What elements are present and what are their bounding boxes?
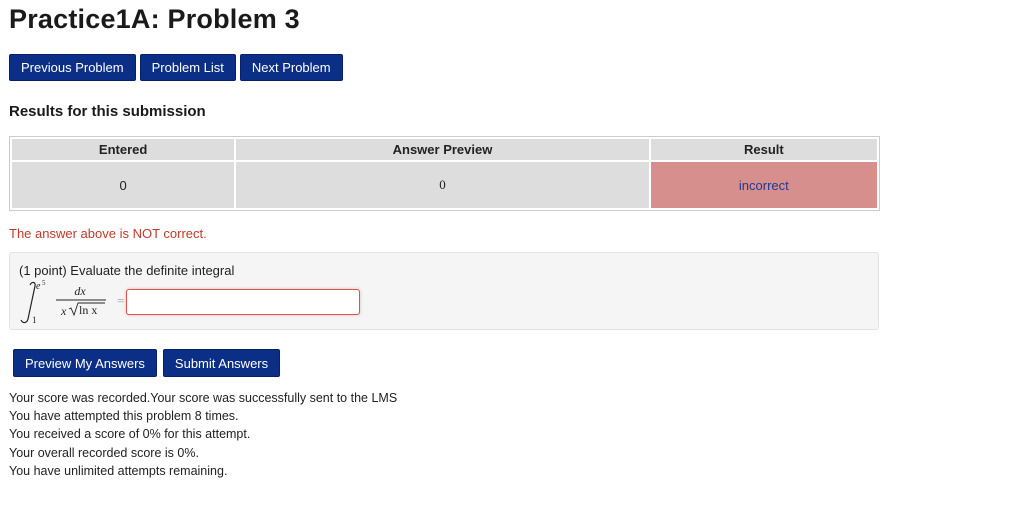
overall-score-message: Your overall recorded score is 0%. <box>9 445 199 460</box>
column-header-result: Result <box>650 139 877 160</box>
submission-actions: Preview My Answers Submit Answers <box>13 349 281 377</box>
table-row: 0 0 incorrect <box>12 162 877 208</box>
submit-answers-button[interactable]: Submit Answers <box>162 349 281 377</box>
remaining-attempts-message: You have unlimited attempts remaining. <box>9 463 228 478</box>
score-recorded-message: Your score was recorded.Your score was s… <box>9 391 398 405</box>
upper-limit: e <box>36 281 41 292</box>
lower-limit: 1 <box>32 315 37 325</box>
attempt-score-message: You received a score of 0% for this atte… <box>9 427 251 442</box>
integral-expression: e 5 1 dx x ln x = <box>20 279 124 325</box>
score-messages: Your score was recorded.Your score was s… <box>9 389 397 480</box>
not-correct-message: The answer above is NOT correct. <box>9 226 207 241</box>
problem-list-button[interactable]: Problem List <box>139 54 236 81</box>
preview-answers-button[interactable]: Preview My Answers <box>13 349 157 377</box>
result-status: incorrect <box>650 162 877 208</box>
page-title: Practice1A: Problem 3 <box>9 4 300 34</box>
results-table: Entered Answer Preview Result 0 0 incorr… <box>9 136 880 211</box>
denominator-ln: ln x <box>79 303 97 317</box>
previous-problem-button[interactable]: Previous Problem <box>9 54 136 81</box>
problem-statement: (1 point) Evaluate the definite integral <box>19 263 235 278</box>
column-header-answer-preview: Answer Preview <box>236 139 649 160</box>
problem-nav: Previous Problem Problem List Next Probl… <box>9 54 343 81</box>
results-heading: Results for this submission <box>9 103 206 120</box>
upper-limit-exponent: 5 <box>42 279 46 287</box>
entered-value: 0 <box>12 162 235 208</box>
attempts-count-message: You have attempted this problem 8 times. <box>9 409 239 424</box>
answer-preview-value: 0 <box>236 162 649 208</box>
answer-input[interactable] <box>126 289 360 315</box>
denominator-x: x <box>60 304 67 318</box>
problem-body: (1 point) Evaluate the definite integral… <box>9 252 879 330</box>
integrand-numerator: dx <box>74 284 86 298</box>
column-header-entered: Entered <box>12 139 235 160</box>
results-header-row: Entered Answer Preview Result <box>12 139 877 160</box>
equals-sign: = <box>117 293 124 308</box>
next-problem-button[interactable]: Next Problem <box>239 54 343 81</box>
